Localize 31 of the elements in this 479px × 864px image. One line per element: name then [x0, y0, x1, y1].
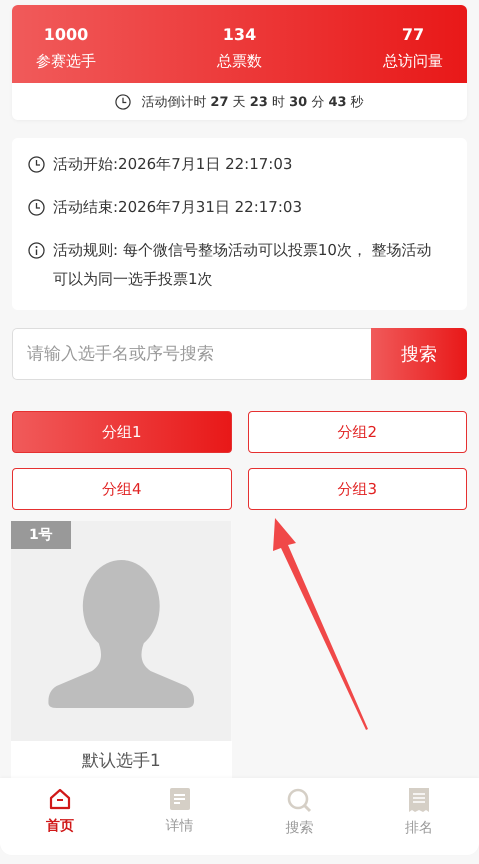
nav-tab[interactable]: 首页 [0, 778, 120, 855]
info-icon [28, 242, 45, 259]
contestant-card[interactable]: 1号 默认选手1 [11, 521, 232, 779]
clock-icon [28, 199, 45, 216]
stat-value: 1000 [44, 25, 88, 44]
info-text: 活动开始:2026年7月1日 22:17:03 [53, 154, 292, 175]
contestant-name: 默认选手1 [80, 750, 162, 773]
search-icon [286, 787, 312, 813]
stat-value: 77 [402, 25, 424, 44]
countdown-text: 活动倒计时 27 天 23 时 30 分 43 秒 [141, 94, 364, 110]
nav-tab[interactable]: 搜索 [240, 778, 360, 855]
clock-icon [115, 94, 132, 110]
info-text: 活动规则: 每个微信号整场活动可以投票10次， 整场活动可以为同一选手投票1次 [53, 240, 433, 290]
stat-label: 参赛选手 [36, 52, 96, 71]
group-tab[interactable]: 分组4 [12, 468, 232, 510]
stat-label: 总访问量 [383, 52, 443, 71]
group-tab[interactable]: 分组3 [248, 468, 467, 510]
nav-tab[interactable]: 详情 [120, 778, 240, 855]
stat-label: 总票数 [217, 52, 262, 71]
info-text: 活动结束:2026年7月31日 22:17:03 [53, 197, 302, 218]
clock-icon [28, 156, 45, 173]
group-tab[interactable]: 分组1 [12, 411, 232, 453]
group-tab[interactable]: 分组2 [248, 411, 467, 453]
nav-tab[interactable]: 排名 [359, 778, 479, 855]
document-icon [168, 787, 192, 811]
home-icon [48, 787, 72, 811]
stat-value: 134 [222, 25, 256, 44]
receipt-icon [408, 787, 430, 813]
search-button[interactable]: 搜索 [371, 328, 467, 380]
search-field[interactable]: 请输入选手名或序号搜索 [12, 328, 371, 380]
number-badge: 1号 [11, 521, 71, 549]
